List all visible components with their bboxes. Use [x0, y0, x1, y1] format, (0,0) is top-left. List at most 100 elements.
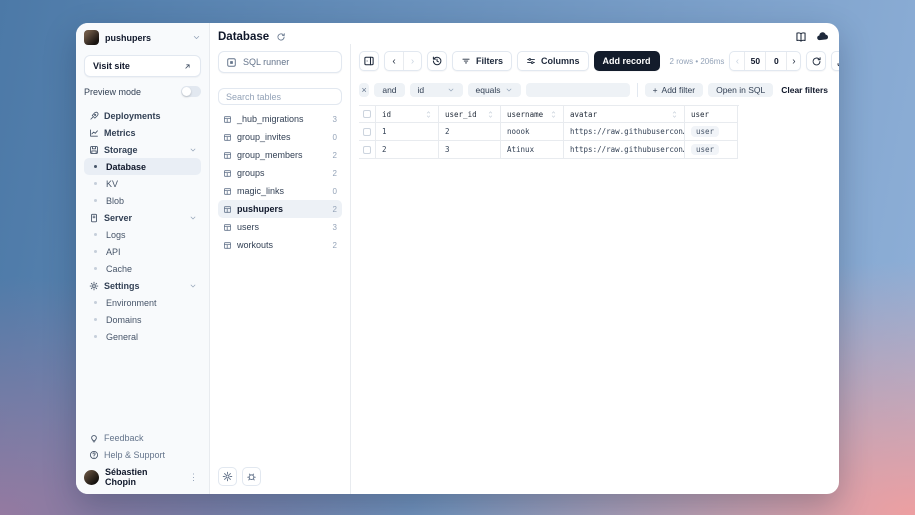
preview-mode-toggle[interactable] — [181, 86, 201, 97]
sidebar-item-kv[interactable]: KV — [84, 175, 201, 192]
table-item-magic-links[interactable]: magic_links 0 — [218, 182, 342, 200]
sidebar-item-general[interactable]: General — [84, 328, 201, 345]
page-offset-value[interactable]: 0 — [765, 52, 786, 70]
sort-icon[interactable] — [487, 110, 494, 119]
sidebar-item-deployments[interactable]: Deployments — [84, 107, 201, 124]
prev-page-button[interactable]: ‹ — [730, 52, 744, 70]
sql-runner-button[interactable]: SQL runner — [218, 51, 342, 73]
column-header-username[interactable]: username — [501, 106, 564, 123]
add-filter-button[interactable]: + Add filter — [645, 83, 704, 97]
sidebar-item-metrics[interactable]: Metrics — [84, 124, 201, 141]
preview-mode-label: Preview mode — [84, 87, 141, 97]
console-icon — [226, 57, 237, 68]
sidebar-item-blob[interactable]: Blob — [84, 192, 201, 209]
sidebar-item-environment[interactable]: Environment — [84, 294, 201, 311]
table-item-pushupers[interactable]: pushupers 2 — [218, 200, 342, 218]
forward-button[interactable]: › — [403, 52, 421, 70]
table-name: _hub_migrations — [237, 114, 304, 124]
refresh-rows-button[interactable] — [806, 51, 826, 71]
sidebar-footer: Feedback Help & Support Sébastien Chopin… — [84, 429, 201, 486]
cell-user[interactable]: user — [685, 123, 738, 141]
more-vertical-icon[interactable]: ⋮ — [186, 472, 201, 483]
history-nav: ‹ › — [384, 51, 422, 71]
sidebar-item-label: Deployments — [104, 111, 161, 121]
search-tables-input[interactable] — [226, 92, 334, 102]
cell-user-id[interactable]: 3 — [439, 141, 501, 159]
chevron-down-icon — [192, 33, 201, 42]
settings-gear-button[interactable] — [218, 467, 237, 486]
sidebar-nav: Deployments Metrics Storage Database — [84, 107, 201, 345]
cell-user-id[interactable]: 2 — [439, 123, 501, 141]
bullet-icon — [90, 199, 101, 202]
panel-footer — [218, 467, 342, 486]
cell-username[interactable]: noook — [501, 123, 564, 141]
sort-icon[interactable] — [671, 110, 678, 119]
next-page-button[interactable]: › — [786, 52, 800, 70]
sidebar-item-cache[interactable]: Cache — [84, 260, 201, 277]
remove-filter-button[interactable]: × — [359, 83, 369, 97]
table-item-hub-migrations[interactable]: _hub_migrations 3 — [218, 110, 342, 128]
cell-id[interactable]: 1 — [376, 123, 439, 141]
sidebar-item-server[interactable]: Server — [84, 209, 201, 226]
table-item-users[interactable]: users 3 — [218, 218, 342, 236]
filter-column-select[interactable]: id — [410, 83, 463, 97]
content-body: SQL runner _hub_migrations 3 group_invit… — [210, 44, 839, 494]
row-checkbox[interactable] — [363, 146, 371, 154]
row-count: 2 — [333, 205, 337, 214]
debug-bug-button[interactable] — [242, 467, 261, 486]
open-in-sql-label: Open in SQL — [716, 85, 765, 95]
bullet-icon — [90, 233, 101, 236]
sidebar-item-logs[interactable]: Logs — [84, 226, 201, 243]
table-item-groups[interactable]: groups 2 — [218, 164, 342, 182]
team-avatar — [84, 30, 99, 45]
open-in-sql-button[interactable]: Open in SQL — [708, 83, 773, 97]
sort-icon[interactable] — [425, 110, 432, 119]
query-history-button[interactable] — [427, 51, 447, 71]
docs-book-icon[interactable] — [795, 31, 807, 43]
cell-username[interactable]: Atinux — [501, 141, 564, 159]
column-header-user[interactable]: user — [685, 106, 738, 123]
column-header-id[interactable]: id — [376, 106, 439, 123]
filter-icon — [461, 56, 471, 66]
select-all-checkbox[interactable] — [363, 110, 371, 118]
table-item-group-invites[interactable]: group_invites 0 — [218, 128, 342, 146]
cell-user[interactable]: user — [685, 141, 738, 159]
filters-button[interactable]: Filters — [452, 51, 512, 71]
column-header-avatar[interactable]: avatar — [564, 106, 685, 123]
back-button[interactable]: ‹ — [385, 52, 403, 70]
team-switcher[interactable]: pushupers — [84, 29, 201, 46]
toggle-panel-button[interactable] — [359, 51, 379, 71]
sidebar-item-label: Environment — [106, 298, 157, 308]
visit-site-button[interactable]: Visit site — [84, 55, 201, 77]
sidebar-item-domains[interactable]: Domains — [84, 311, 201, 328]
cell-avatar[interactable]: https://raw.githubusercon… — [564, 141, 685, 159]
user-menu[interactable]: Sébastien Chopin ⋮ — [84, 468, 201, 486]
columns-button[interactable]: Columns — [517, 51, 589, 71]
conjunction-chip[interactable]: and — [374, 83, 404, 97]
page-size-value[interactable]: 50 — [744, 52, 765, 70]
table-item-group-members[interactable]: group_members 2 — [218, 146, 342, 164]
sidebar-item-settings[interactable]: Settings — [84, 277, 201, 294]
row-checkbox[interactable] — [363, 128, 371, 136]
bullet-icon — [90, 250, 101, 253]
filter-value-input[interactable] — [526, 83, 630, 97]
column-header-user-id[interactable]: user_id — [439, 106, 501, 123]
sort-icon[interactable] — [550, 110, 557, 119]
plus-icon: + — [653, 85, 658, 95]
refresh-icon[interactable] — [276, 32, 286, 42]
history-clock-icon — [431, 55, 443, 67]
sidebar-item-help-support[interactable]: Help & Support — [84, 446, 201, 463]
sidebar-item-api[interactable]: API — [84, 243, 201, 260]
export-button[interactable] — [831, 51, 839, 71]
cloud-icon[interactable] — [816, 30, 829, 43]
add-record-button[interactable]: Add record — [594, 51, 660, 71]
filter-operator-select[interactable]: equals — [468, 83, 521, 97]
table-item-workouts[interactable]: workouts 2 — [218, 236, 342, 254]
sidebar-item-storage[interactable]: Storage — [84, 141, 201, 158]
sidebar-item-database[interactable]: Database — [84, 158, 201, 175]
user-badge: user — [691, 144, 719, 155]
cell-avatar[interactable]: https://raw.githubusercon… — [564, 123, 685, 141]
clear-filters-button[interactable]: Clear filters — [778, 85, 831, 95]
sidebar-item-feedback[interactable]: Feedback — [84, 429, 201, 446]
cell-id[interactable]: 2 — [376, 141, 439, 159]
